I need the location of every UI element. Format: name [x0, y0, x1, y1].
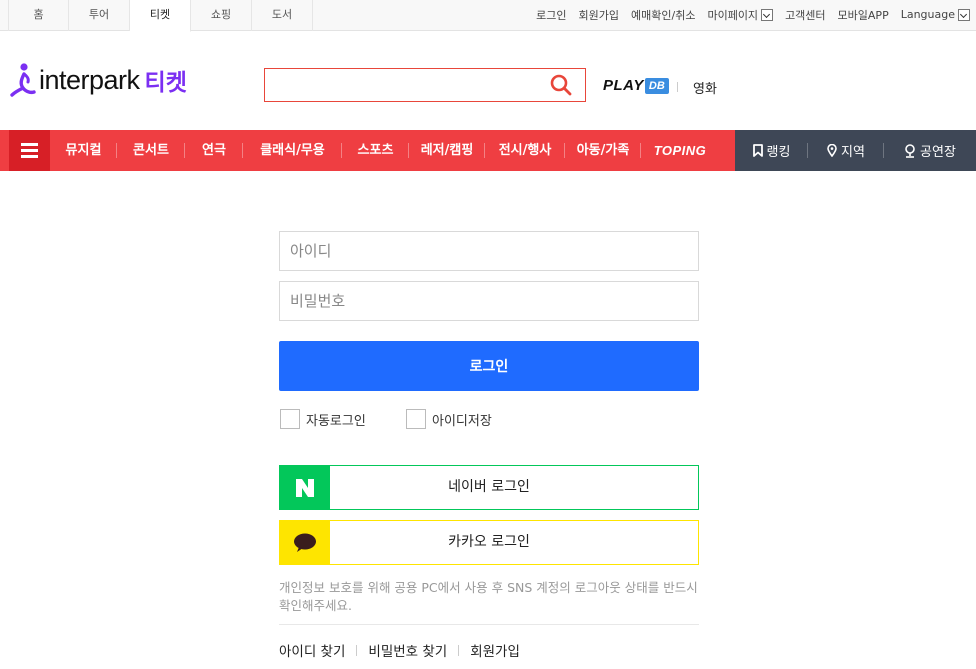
chevron-down-icon	[761, 8, 774, 21]
nav-item-sports[interactable]: 스포츠	[342, 130, 409, 171]
hamburger-menu-icon[interactable]	[9, 130, 50, 171]
nav-venue[interactable]: 공연장	[884, 130, 976, 171]
logo-ticket-text: 티켓	[144, 69, 187, 95]
mypage-label: 마이페이지	[707, 8, 759, 22]
language-label: Language	[900, 8, 955, 21]
nav-region[interactable]: 지역	[808, 130, 884, 171]
tab-shopping[interactable]: 쇼핑	[191, 0, 252, 31]
playdb-db-badge: DB	[644, 77, 669, 94]
nav-ranking[interactable]: 랭킹	[735, 130, 808, 171]
find-id-link[interactable]: 아이디 찾기	[279, 640, 345, 660]
divider	[279, 624, 699, 625]
mypage-link[interactable]: 마이페이지	[707, 7, 774, 23]
genre-nav: 뮤지컬 콘서트 연극 클래식/무용 스포츠 레저/캠핑 전시/행사 아동/가족 …	[0, 130, 976, 171]
service-tabs: 홈 투어 티켓 쇼핑 도서	[8, 0, 313, 32]
header-divider	[677, 82, 678, 92]
support-link[interactable]: 고객센터	[785, 7, 825, 23]
nav-item-toping[interactable]: TOPING	[641, 130, 719, 171]
naver-icon	[280, 466, 330, 509]
genre-nav-items: 뮤지컬 콘서트 연극 클래식/무용 스포츠 레저/캠핑 전시/행사 아동/가족 …	[50, 130, 719, 171]
nav-item-concert[interactable]: 콘서트	[117, 130, 185, 171]
save-id-checkbox-box[interactable]	[406, 409, 426, 429]
utility-links: 로그인 회원가입 예매확인/취소 마이페이지 고객센터 모바일APP Langu…	[536, 0, 970, 29]
interpark-ticket-logo[interactable]: interpark 티켓	[9, 62, 187, 98]
find-password-link[interactable]: 비밀번호 찾기	[368, 640, 447, 660]
account-links: 아이디 찾기 비밀번호 찾기 회원가입	[279, 640, 520, 660]
location-pin-icon	[827, 144, 837, 157]
auto-login-checkbox-box[interactable]	[280, 409, 300, 429]
naver-login-button[interactable]: 네이버 로그인	[279, 465, 699, 510]
search-input[interactable]	[265, 69, 535, 101]
mobile-app-link[interactable]: 모바일APP	[838, 7, 889, 23]
reservation-link[interactable]: 예매확인/취소	[631, 7, 695, 23]
nav-item-musical[interactable]: 뮤지컬	[50, 130, 117, 171]
interpark-logo-icon	[10, 63, 36, 97]
password-field	[279, 281, 699, 321]
signup-link[interactable]: 회원가입	[579, 7, 619, 23]
nav-item-classic-dance[interactable]: 클래식/무용	[243, 130, 342, 171]
nav-item-exhibition[interactable]: 전시/행사	[485, 130, 565, 171]
auto-login-label: 자동로그인	[306, 413, 366, 429]
tab-ticket[interactable]: 티켓	[130, 0, 191, 32]
link-separator	[356, 644, 358, 656]
id-field	[279, 231, 699, 271]
nav-item-play[interactable]: 연극	[185, 130, 243, 171]
security-notice: 개인정보 보호를 위해 공용 PC에서 사용 후 SNS 계정의 로그아웃 상태…	[279, 580, 698, 613]
tab-tour[interactable]: 투어	[69, 0, 130, 31]
kakao-login-label: 카카오 로그인	[448, 534, 530, 550]
kakao-icon	[280, 521, 330, 564]
link-separator	[458, 644, 460, 656]
nav-venue-label: 공연장	[920, 145, 956, 160]
venue-pin-icon	[905, 143, 915, 158]
movie-link[interactable]: 영화	[693, 78, 717, 97]
password-input[interactable]	[280, 282, 698, 320]
id-input[interactable]	[280, 232, 698, 270]
top-bar: 홈 투어 티켓 쇼핑 도서 로그인 회원가입 예매확인/취소 마이페이지 고객센…	[0, 0, 976, 32]
chevron-down-icon	[958, 8, 970, 21]
tab-books[interactable]: 도서	[252, 0, 313, 31]
login-link[interactable]: 로그인	[536, 7, 566, 23]
save-id-label: 아이디저장	[432, 413, 492, 429]
language-selector[interactable]: Language	[901, 8, 970, 21]
auto-login-checkbox[interactable]: 자동로그인	[280, 409, 366, 429]
login-button[interactable]: 로그인	[279, 341, 699, 391]
nav-region-label: 지역	[841, 145, 865, 160]
bookmark-icon	[752, 144, 763, 157]
naver-login-label: 네이버 로그인	[448, 479, 530, 495]
join-link[interactable]: 회원가입	[470, 640, 520, 660]
nav-right-group: 랭킹 지역 공연장	[735, 130, 976, 171]
save-id-checkbox[interactable]: 아이디저장	[406, 409, 492, 429]
logo-text: interpark	[39, 64, 140, 95]
tab-home[interactable]: 홈	[8, 0, 69, 31]
kakao-login-button[interactable]: 카카오 로그인	[279, 520, 699, 565]
playdb-link[interactable]: PLAY DB	[603, 77, 669, 94]
search-box	[264, 68, 586, 102]
nav-item-leisure-camping[interactable]: 레저/캠핑	[409, 130, 485, 171]
playdb-play-text: PLAY	[603, 77, 644, 94]
nav-ranking-label: 랭킹	[766, 145, 791, 160]
search-icon[interactable]	[549, 73, 573, 97]
nav-item-kids-family[interactable]: 아동/가족	[565, 130, 641, 171]
